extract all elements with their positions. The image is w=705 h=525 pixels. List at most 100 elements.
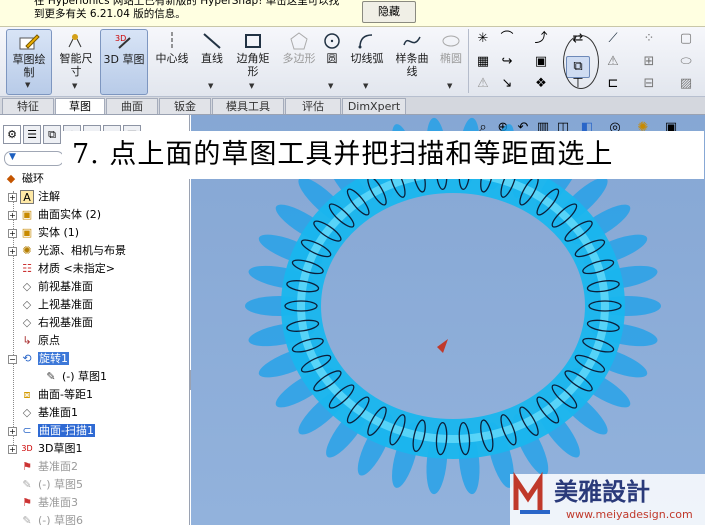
rectangle-icon	[245, 34, 261, 48]
centerline-icon	[171, 32, 173, 50]
dropdown-arrow-icon[interactable]: ▼	[363, 80, 368, 93]
dropdown-arrow-icon[interactable]: ▼	[328, 80, 333, 93]
sketch-icon	[19, 34, 40, 50]
polygon-icon	[290, 32, 308, 50]
collapse-icon[interactable]: −	[8, 354, 17, 364]
notification-line-2: 到更多有关 6.21.04 版的信息。	[34, 8, 186, 20]
property-manager-tab-icon[interactable]: ☰	[23, 125, 41, 144]
ellipse-small-icon[interactable]: ⬭	[677, 53, 695, 71]
update-notification-bar[interactable]: 在 Hyperionics 网站上已有新版的 HyperSnap! 单击这里可以…	[0, 0, 705, 27]
tree-item-sketch5[interactable]: ✎ (-) 草图5	[20, 476, 83, 494]
tree-item-surface-bodies[interactable]: + ▣ 曲面实体 (2)	[8, 206, 101, 224]
polygon-button[interactable]: 多边形	[279, 29, 319, 95]
tab-mold-tools[interactable]: 模具工具	[212, 98, 284, 114]
annotation-circle	[563, 35, 599, 89]
filter-icon: ▼	[9, 152, 16, 162]
grid-icon[interactable]: ⊞	[640, 53, 658, 71]
corner-rectangle-label: 边角矩 形	[236, 52, 270, 78]
tree-item-sketch6[interactable]: ✎ (-) 草图6	[20, 512, 83, 525]
3d-sketch-button[interactable]: 3D 3D 草图	[100, 29, 148, 95]
offset-surface-icon: ⧈	[23, 388, 31, 401]
dropdown-arrow-icon[interactable]: ▼	[25, 79, 30, 92]
feature-manager-tab-icon[interactable]: ⚙	[3, 125, 21, 144]
tab-features[interactable]: 特征	[2, 98, 54, 114]
centerline-button[interactable]: 中心线	[152, 29, 192, 95]
line-button[interactable]: 直线 ▼	[196, 29, 228, 95]
tree-filter-input[interactable]: ▼	[4, 151, 64, 166]
circular-pattern-icon[interactable]: ❖	[532, 75, 550, 93]
hide-button[interactable]: 隐藏	[362, 1, 416, 23]
sketch-icon: ✎	[22, 514, 32, 525]
tree-item-lights-cameras[interactable]: + ✺ 光源、相机与布景	[8, 242, 126, 260]
tree-item-3d-sketch1[interactable]: +3D 3D草图1	[8, 440, 82, 458]
dropdown-arrow-icon[interactable]: ▼	[249, 80, 254, 93]
tab-sketch[interactable]: 草图	[55, 98, 105, 114]
expand-icon[interactable]: +	[8, 426, 17, 436]
expand-icon[interactable]: +	[8, 192, 17, 202]
spline-button[interactable]: 样条曲 线	[390, 29, 434, 95]
tree-item-plane1[interactable]: ◇ 基准面1	[20, 404, 78, 422]
sketch-button[interactable]: 草图绘 制 ▼	[6, 29, 52, 95]
tree-item-solid-bodies[interactable]: + ▣ 实体 (1)	[8, 224, 79, 242]
tree-item-material[interactable]: ☷ 材质 <未指定>	[20, 260, 115, 278]
point-icon[interactable]: ✳	[474, 30, 492, 48]
sketch-fillet-icon[interactable]: ⌒	[498, 30, 516, 48]
tree-item-sweep-surface1[interactable]: + ⊂ 曲面-扫描1	[8, 422, 95, 440]
centerline-label: 中心线	[155, 52, 189, 65]
annotation-icon: A	[20, 190, 34, 204]
tree-item-plane3[interactable]: ⚑ 基准面3	[20, 494, 78, 512]
tree-item-label: 光源、相机与布景	[38, 244, 126, 257]
tab-evaluate[interactable]: 评估	[285, 98, 341, 114]
dropdown-arrow-icon[interactable]: ▼	[208, 80, 213, 93]
tree-item-label: 基准面2	[38, 460, 78, 473]
corner-rectangle-button[interactable]: 边角矩 形 ▼	[231, 29, 275, 95]
tree-item-annotations[interactable]: + A 注解	[8, 188, 60, 206]
tree-item-label: 3D草图1	[38, 442, 83, 455]
image-icon[interactable]: ▨	[677, 75, 695, 93]
view-icon[interactable]: ▢	[677, 30, 695, 48]
tree-item-top-plane[interactable]: ◇ 上视基准面	[20, 296, 93, 314]
app-window: 在 Hyperionics 网站上已有新版的 HyperSnap! 单击这里可以…	[0, 0, 705, 525]
tree-item-offset-surface1[interactable]: ⧈ 曲面-等距1	[20, 386, 93, 404]
configuration-manager-tab-icon[interactable]: ⧉	[43, 125, 61, 144]
offset-entities-icon[interactable]: ↪	[498, 53, 516, 71]
warning-icon[interactable]: ⚠	[604, 53, 622, 71]
expand-icon[interactable]: +	[8, 444, 17, 454]
layout-icon[interactable]: ⊟	[640, 75, 658, 93]
tree-item-label: 右视基准面	[38, 316, 93, 329]
tree-item-label: 曲面实体 (2)	[38, 208, 102, 221]
dimension-line-icon[interactable]: ⟋	[604, 30, 622, 48]
dropdown-arrow-icon[interactable]: ▼	[72, 80, 77, 93]
dropdown-arrow-icon[interactable]: ▼	[447, 80, 452, 93]
tree-item-front-plane[interactable]: ◇ 前视基准面	[20, 278, 93, 296]
tree-item-label: (-) 草图1	[62, 370, 108, 383]
mirror-icon[interactable]: ⚠	[474, 75, 492, 93]
tangent-arc-button[interactable]: 切线弧 ▼	[346, 29, 388, 95]
tangent-arc-icon	[358, 34, 373, 49]
circle-button[interactable]: 圆 ▼	[320, 29, 344, 95]
notification-text[interactable]: 在 Hyperionics 网站上已有新版的 HyperSnap! 单击这里可以…	[34, 0, 339, 21]
tab-sheet-metal[interactable]: 钣金	[159, 98, 211, 114]
trim-icon[interactable]: ↘	[498, 75, 516, 93]
tree-item-right-plane[interactable]: ◇ 右视基准面	[20, 314, 93, 332]
convert-entities-icon[interactable]: ▦	[474, 53, 492, 71]
ellipse-button[interactable]: 椭圆 ▼	[437, 29, 465, 95]
tree-item-revolve1[interactable]: − ⟲ 旋转1	[8, 350, 69, 368]
linear-pattern-icon[interactable]: ▣	[532, 53, 550, 71]
tab-surfaces[interactable]: 曲面	[106, 98, 158, 114]
tab-dimxpert[interactable]: DimXpert	[342, 98, 406, 114]
smart-dimension-button[interactable]: 智能尺 寸 ▼	[55, 29, 97, 95]
watermark-brand: 美雅設計	[554, 477, 650, 506]
dot-grid-icon[interactable]: ⁘	[640, 30, 658, 48]
expand-icon[interactable]: +	[8, 210, 17, 220]
spline-icon	[403, 36, 421, 46]
tree-item-plane2[interactable]: ⚑ 基准面2	[20, 458, 78, 476]
expand-icon[interactable]: +	[8, 246, 17, 256]
expand-icon[interactable]: +	[8, 228, 17, 238]
extend-icon[interactable]: ⤴	[532, 30, 550, 48]
tree-root-part[interactable]: ◆ 磁环	[4, 170, 44, 188]
relation-icon[interactable]: ⊏	[604, 75, 622, 93]
part-icon: ◆	[6, 172, 16, 185]
tree-item-origin[interactable]: ↳ 原点	[20, 332, 60, 350]
tree-item-sketch1[interactable]: ✎ (-) 草图1	[44, 368, 107, 386]
